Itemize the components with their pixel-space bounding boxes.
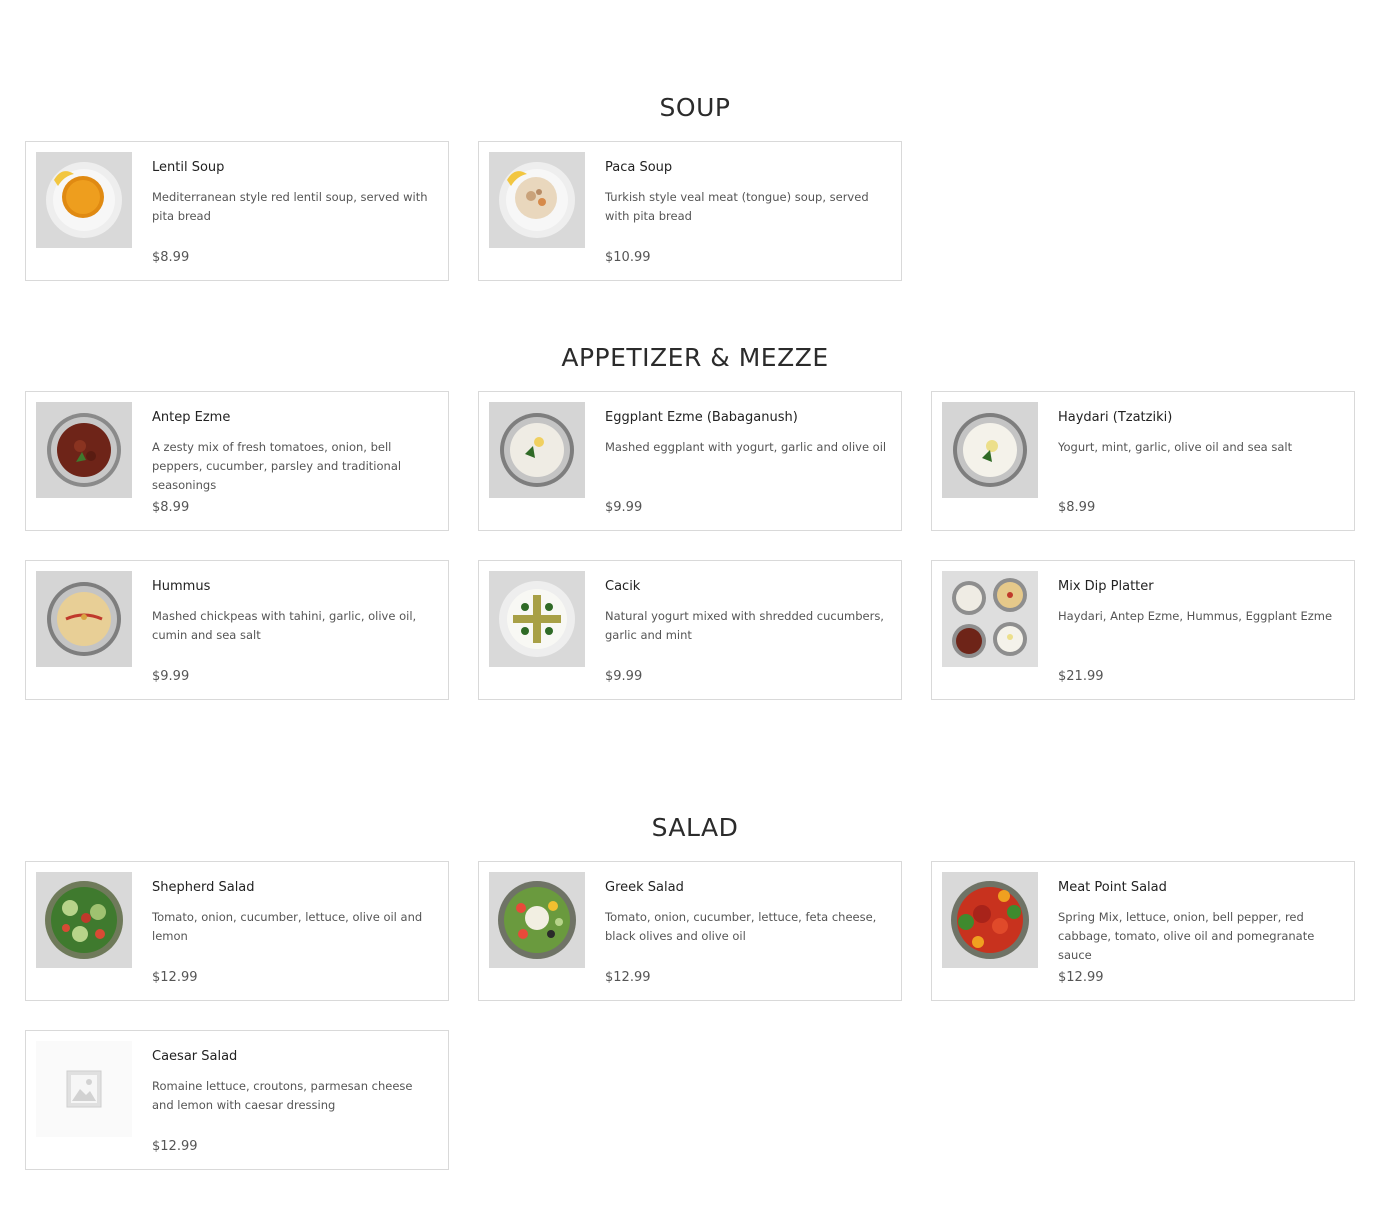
item-name: Meat Point Salad xyxy=(1058,880,1167,895)
item-price: $12.99 xyxy=(152,1139,198,1154)
menu-item-shepherd-salad[interactable]: Shepherd Salad Tomato, onion, cucumber, … xyxy=(25,861,449,1001)
placeholder-image-icon xyxy=(36,1041,132,1137)
hummus-image xyxy=(36,571,132,667)
menu-item-haydari[interactable]: Haydari (Tzatziki) Yogurt, mint, garlic,… xyxy=(931,391,1355,531)
greek-salad-image xyxy=(489,872,585,968)
menu-item-lentil-soup[interactable]: Lentil Soup Mediterranean style red lent… xyxy=(25,141,449,281)
menu-item-antep-ezme[interactable]: Antep Ezme A zesty mix of fresh tomatoes… xyxy=(25,391,449,531)
shepherd-salad-image xyxy=(36,872,132,968)
item-name: Paca Soup xyxy=(605,160,673,175)
item-name: Lentil Soup xyxy=(152,160,225,175)
item-description: Mediterranean style red lentil soup, ser… xyxy=(152,190,428,223)
item-price: $9.99 xyxy=(605,500,643,515)
item-price: $9.99 xyxy=(152,669,190,684)
menu-item-eggplant-ezme[interactable]: Eggplant Ezme (Babaganush) Mashed eggpla… xyxy=(478,391,902,531)
menu-item-mix-dip-platter[interactable]: Mix Dip Platter Haydari, Antep Ezme, Hum… xyxy=(931,560,1355,700)
menu-item-meat-point-salad[interactable]: Meat Point Salad Spring Mix, lettuce, on… xyxy=(931,861,1355,1001)
paca-soup-image xyxy=(489,152,585,248)
menu-item-hummus[interactable]: Hummus Mashed chickpeas with tahini, gar… xyxy=(25,560,449,700)
item-description: Natural yogurt mixed with shredded cucum… xyxy=(605,609,884,642)
item-name: Antep Ezme xyxy=(152,410,231,425)
item-name: Haydari (Tzatziki) xyxy=(1058,410,1173,425)
item-name: Eggplant Ezme (Babaganush) xyxy=(605,410,798,425)
item-name: Hummus xyxy=(152,579,211,594)
item-description: A zesty mix of fresh tomatoes, onion, be… xyxy=(152,440,402,492)
item-price: $10.99 xyxy=(605,250,651,265)
item-description: Spring Mix, lettuce, onion, bell pepper,… xyxy=(1058,910,1315,962)
item-description: Yogurt, mint, garlic, olive oil and sea … xyxy=(1058,440,1293,454)
item-price: $8.99 xyxy=(152,250,190,265)
eggplant-ezme-image xyxy=(489,402,585,498)
lentil-soup-image xyxy=(36,152,132,248)
item-price: $12.99 xyxy=(1058,970,1104,985)
item-description: Tomato, onion, cucumber, lettuce, feta c… xyxy=(605,910,877,943)
antep-ezme-image xyxy=(36,402,132,498)
item-description: Haydari, Antep Ezme, Hummus, Eggplant Ez… xyxy=(1058,609,1333,623)
item-price: $8.99 xyxy=(1058,500,1096,515)
mix-dip-platter-image xyxy=(942,571,1038,667)
item-price: $12.99 xyxy=(152,970,198,985)
item-description: Romaine lettuce, croutons, parmesan chee… xyxy=(152,1079,413,1112)
menu-item-paca-soup[interactable]: Paca Soup Turkish style veal meat (tongu… xyxy=(478,141,902,281)
item-name: Cacik xyxy=(605,579,641,594)
item-description: Mashed eggplant with yogurt, garlic and … xyxy=(605,440,887,454)
item-name: Greek Salad xyxy=(605,880,684,895)
section-title-salad: SALAD xyxy=(651,813,739,842)
item-price: $12.99 xyxy=(605,970,651,985)
haydari-image xyxy=(942,402,1038,498)
item-name: Mix Dip Platter xyxy=(1058,579,1154,594)
section-title-soup: SOUP xyxy=(659,93,731,122)
meat-point-salad-image xyxy=(942,872,1038,968)
menu-item-caesar-salad[interactable]: Caesar Salad Romaine lettuce, croutons, … xyxy=(25,1030,449,1170)
item-description: Tomato, onion, cucumber, lettuce, olive … xyxy=(152,910,423,943)
item-price: $9.99 xyxy=(605,669,643,684)
item-name: Caesar Salad xyxy=(152,1049,238,1064)
item-price: $21.99 xyxy=(1058,669,1104,684)
cacik-image xyxy=(489,571,585,667)
item-description: Turkish style veal meat (tongue) soup, s… xyxy=(605,190,869,223)
menu-item-greek-salad[interactable]: Greek Salad Tomato, onion, cucumber, let… xyxy=(478,861,902,1001)
menu-item-cacik[interactable]: Cacik Natural yogurt mixed with shredded… xyxy=(478,560,902,700)
item-description: Mashed chickpeas with tahini, garlic, ol… xyxy=(152,609,417,642)
item-name: Shepherd Salad xyxy=(152,880,255,895)
item-price: $8.99 xyxy=(152,500,190,515)
section-title-appetizer-mezze: APPETIZER & MEZZE xyxy=(561,343,829,372)
